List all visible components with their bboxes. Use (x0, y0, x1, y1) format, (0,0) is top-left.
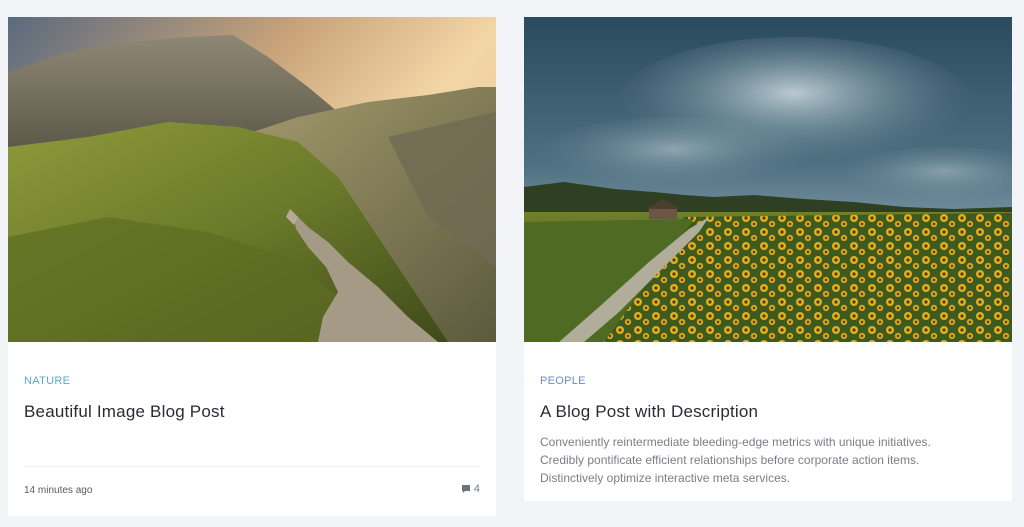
post-title[interactable]: A Blog Post with Description (540, 402, 990, 422)
description-line: Conveniently reintermediate bleeding-edg… (540, 435, 931, 449)
mountain-trail-image[interactable] (8, 17, 496, 342)
sunflower-field-image[interactable] (524, 17, 1012, 342)
comments-link[interactable]: 4 (461, 483, 480, 495)
comment-count: 4 (473, 483, 480, 495)
post-timestamp: 14 minutes ago (24, 485, 93, 496)
card-divider (24, 466, 480, 467)
post-description: Conveniently reintermediate bleeding-edg… (540, 433, 1000, 487)
description-line: Distinctively optimize interactive meta … (540, 471, 791, 485)
post-category[interactable]: NATURE (24, 375, 70, 387)
blog-card-people: PEOPLE A Blog Post with Description Conv… (524, 17, 1012, 501)
description-line: Credibly pontificate efficient relations… (540, 453, 920, 467)
post-category[interactable]: PEOPLE (540, 375, 586, 387)
post-title[interactable]: Beautiful Image Blog Post (24, 402, 474, 422)
blog-card-nature: NATURE Beautiful Image Blog Post 14 minu… (8, 17, 496, 516)
comment-icon (461, 484, 471, 494)
